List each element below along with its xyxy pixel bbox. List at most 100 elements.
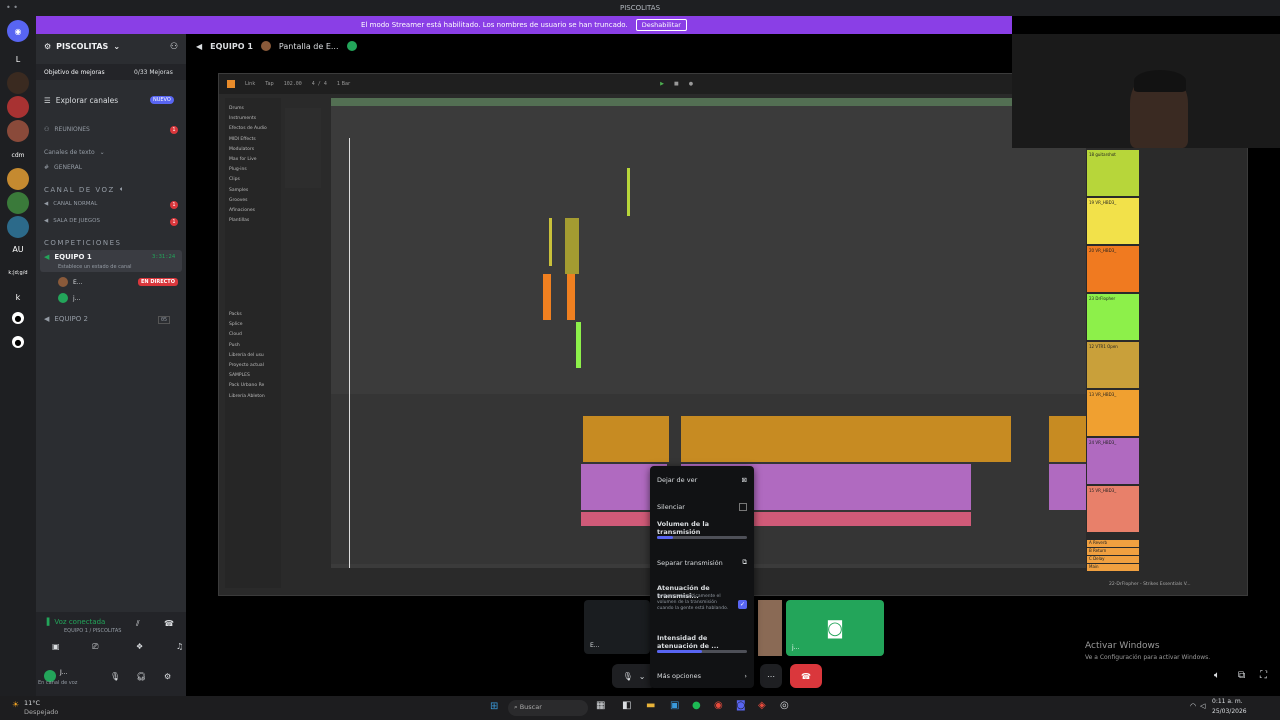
daw-return-track[interactable]: C Delay [1087,556,1139,563]
daw-places-item[interactable]: SAMPLES [229,373,250,378]
chrome-icon[interactable]: ◉ [714,700,723,711]
voice-user-1[interactable]: E... [58,277,83,287]
channel-equipo2[interactable]: ◀ EQUIPO 2 [44,315,88,323]
stop-watching-item[interactable]: Dejar de ver ⊠ [657,476,747,484]
microphone-icon[interactable]: 🎙︎ [110,672,120,681]
daw-track-header[interactable]: 12 VTR1 Open [1087,342,1139,388]
stream-tile-avatar[interactable] [758,600,782,656]
daw-browser-item[interactable]: Max for Live [229,157,257,162]
daw-track-header[interactable]: 15 VR_HBD3_ [1087,486,1139,532]
text-category[interactable]: Canales de texto ⌄ [44,149,105,156]
daw-browser-item[interactable]: Clips [229,177,240,182]
daw-places-item[interactable]: Librería del usu [229,353,264,358]
discord-user-tile[interactable]: ◙ j... [786,600,884,656]
daw-browser-item[interactable]: Modulators [229,147,254,152]
daw-return-track[interactable]: A Reverb [1087,540,1139,547]
channel-equipo1[interactable]: ◀ EQUIPO 1 [44,253,92,261]
activities-icon[interactable]: ❖ [136,642,143,651]
daw-places-item[interactable]: Splice [229,322,242,327]
daw-browser-item[interactable]: Plug-ins [229,167,247,172]
daw-browser-item[interactable]: Samples [229,188,248,193]
network-icon[interactable]: ◠ [1190,702,1196,710]
app-icon-2[interactable]: ▣ [670,700,679,711]
more-options-icon[interactable]: ⋯ [760,664,782,688]
channel-general[interactable]: # GENERAL [44,164,82,171]
daw-browser-item[interactable]: Instruments [229,116,256,121]
settings-gear-icon[interactable]: ⚙ [164,672,171,681]
taskbar-search[interactable]: ⌕ Buscar [508,700,588,716]
daw-places-item[interactable]: Push [229,343,240,348]
daw-return-track[interactable]: Main [1087,564,1139,571]
popout-window-icon[interactable]: ⧉ [1238,670,1245,681]
soundboard-icon[interactable]: ♫ [176,642,183,651]
attenuation-slider[interactable] [657,650,747,653]
file-explorer-icon[interactable]: ▬ [646,700,655,711]
daw-return-track[interactable]: B Return [1087,548,1139,555]
daw-browser-item[interactable]: MIDI Effects [229,137,256,142]
server-avatar-1[interactable] [7,72,29,94]
disconnect-icon[interactable]: ☎ [164,619,174,628]
server-avatar-7[interactable]: ● [12,312,24,324]
server-header[interactable]: ⚙ PISCOLITAS ⌄ [44,42,120,51]
server-avatar-5[interactable] [7,192,29,214]
daw-browser-item[interactable]: Plantillas [229,218,249,223]
camera-icon[interactable]: ▣ [52,642,60,651]
channel-sala-juegos[interactable]: ◀ SALA DE JUEGOS [44,218,100,224]
channel-canal-normal[interactable]: ◀ CANAL NORMAL [44,201,97,207]
voice-category[interactable]: CANAL DE VOZ 🔈︎ [44,185,126,194]
volume-icon[interactable]: 🔈︎ [1214,670,1220,681]
speaker-tray-icon[interactable]: ◁ [1200,702,1205,710]
weather-icon[interactable]: ☀ [12,700,19,709]
daw-track-header[interactable]: 23 DrFlopher [1087,294,1139,340]
discord-home-icon[interactable]: ◉ [7,20,29,42]
window-menu-icon[interactable]: • • [6,3,18,12]
competitions-category[interactable]: COMPETICIONES [44,239,122,247]
fullscreen-icon[interactable]: ⛶ [1260,670,1267,681]
server-cdm[interactable]: cdm [7,144,29,166]
server-avatar-2[interactable] [7,96,29,118]
leave-call-button[interactable]: ☎ [790,664,822,688]
server-avatar-3[interactable] [7,120,29,142]
daw-places-item[interactable]: Cloud [229,332,242,337]
daw-places-item[interactable]: Librería Ableton [229,394,265,399]
channel-reuniones[interactable]: ⚇ REUNIONES [44,126,90,133]
app-icon-1[interactable]: ▦ [596,700,605,711]
server-kdg[interactable]: k;|d;g/d [7,262,29,284]
more-options-item[interactable]: Más opciones › [657,672,747,680]
server-avatar-4[interactable] [7,168,29,190]
explore-channels[interactable]: ☰ Explorar canales [44,96,118,105]
stream-volume-slider[interactable] [657,536,747,539]
popout-stream-item[interactable]: Separar transmisión ⧉ [657,558,747,567]
daw-places-item[interactable]: Packs [229,312,242,317]
voice-user-2[interactable]: j... [58,293,80,303]
app-icon-4[interactable]: ◎ [780,700,789,711]
screen-share-icon[interactable]: ⎚ [92,642,98,652]
daw-browser-item[interactable]: Efectos de Audio [229,126,267,131]
daw-track-header[interactable]: 20 VR_HBD3_ [1087,246,1139,292]
daw-places-item[interactable]: Proyecto actual [229,363,264,368]
daw-track-header[interactable]: 24 VR_HBD3_ [1087,438,1139,484]
spotify-icon[interactable]: ● [692,700,701,711]
voice-connected[interactable]: ▐ Voz conectada [44,618,105,626]
daw-track-header[interactable]: 18 guitarshot [1087,150,1139,196]
daw-browser-item[interactable]: Grooves [229,198,248,203]
server-k[interactable]: k [7,286,29,308]
app-icon-3[interactable]: ◈ [758,700,766,711]
noise-suppression-icon[interactable]: ⫽ [136,619,140,629]
add-member-icon[interactable]: ⚇ [170,42,178,52]
daw-track-header[interactable]: 13 VR_HBD3_ [1087,390,1139,436]
server-avatar-8[interactable]: ● [12,336,24,348]
server-avatar-6[interactable] [7,216,29,238]
daw-places-item[interactable]: Pack Urbano Re [229,383,264,388]
stream-tile-small[interactable]: E... [584,600,650,654]
mute-item[interactable]: Silenciar [657,503,747,511]
mute-checkbox[interactable] [739,503,747,511]
daw-browser-item[interactable]: Afinaciones [229,208,255,213]
disable-streamer-button[interactable]: Deshabilitar [635,19,687,31]
equipo1-status[interactable]: Establece un estado de canal [58,264,132,270]
daw-browser-item[interactable]: Drums [229,106,244,111]
discord-taskbar-icon[interactable]: ◙ [736,700,746,711]
task-view-icon[interactable]: ◧ [622,700,631,711]
attenuation-checkbox[interactable]: ✓ [738,600,747,609]
headphones-icon[interactable]: 🎧︎ [136,672,146,681]
